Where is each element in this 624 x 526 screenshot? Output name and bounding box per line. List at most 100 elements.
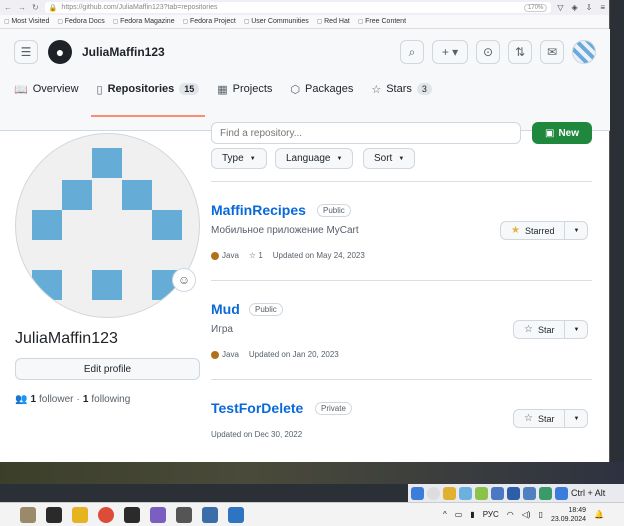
following-count[interactable]: 1 [83, 394, 89, 405]
tab-stars[interactable]: ☆ Stars 3 [371, 75, 432, 103]
tray-app-icon[interactable] [507, 486, 520, 500]
user-avatar[interactable] [572, 40, 596, 64]
clock[interactable]: 18:49 23.09.2024 [551, 506, 586, 524]
search-icon[interactable]: ⌕ [400, 40, 424, 64]
followers-label[interactable]: follower [39, 394, 73, 405]
github-topbar: ☰ ● JuliaMaffin123 ⌕ + ▾ ⊙ ⇅ ✉ [0, 29, 610, 75]
repo-name-link[interactable]: TestForDelete [211, 400, 303, 416]
language-filter-button[interactable]: Language ▼ [275, 148, 354, 169]
folder-icon[interactable] [72, 506, 88, 523]
separator: · [76, 394, 80, 405]
star-toggle[interactable]: ☆ Star [514, 410, 566, 427]
notification-bell-icon[interactable]: 🔔 [594, 510, 604, 519]
bookmark-item[interactable]: Fedora Docs [57, 18, 105, 25]
terminal-icon[interactable] [124, 506, 140, 523]
find-repository-input[interactable] [211, 122, 521, 144]
header-username[interactable]: JuliaMaffin123 [82, 45, 165, 59]
wifi-icon[interactable]: ◠ [507, 510, 514, 519]
taskbar-app-icon[interactable] [150, 506, 166, 523]
volume-icon[interactable]: ◁) [522, 510, 531, 519]
pull-requests-icon[interactable]: ⇅ [508, 40, 532, 64]
tray-app-icon[interactable] [539, 486, 552, 500]
tab-count: 3 [416, 83, 432, 95]
repo-description: Мобильное приложение MyCart [211, 225, 359, 236]
menu-icon[interactable]: ≡ [600, 3, 605, 12]
repo-meta: Java Updated on Jan 20, 2023 [211, 350, 339, 359]
star-icon: ☆ [371, 83, 382, 96]
hotkey-label: Ctrl + Alt [571, 488, 606, 498]
tray-app-icon[interactable] [555, 486, 568, 500]
profile-avatar[interactable] [15, 133, 200, 318]
url-text: https://github.com/JuliaMaffin123?tab=re… [61, 4, 218, 11]
star-toggle[interactable]: ★ Starred [501, 222, 566, 239]
repo-name-link[interactable]: Mud [211, 301, 240, 317]
chrome-icon[interactable] [98, 506, 114, 523]
tab-repositories[interactable]: ▯ Repositories 15 [90, 75, 205, 117]
pocket-icon[interactable]: ▽ [557, 3, 563, 12]
bookmark-item[interactable]: Red Hat [317, 18, 350, 25]
repo-icon: ▣ [544, 127, 555, 139]
type-filter-button[interactable]: Type ▼ [211, 148, 267, 169]
extension-icon[interactable]: ◈ [571, 3, 577, 12]
caret-down-icon[interactable]: ▼ [565, 222, 587, 239]
divider [211, 379, 592, 380]
tray-app-icon[interactable] [427, 486, 440, 500]
forward-icon[interactable]: → [18, 3, 26, 12]
keyboard-icon[interactable]: ▭ [455, 510, 463, 519]
language-color-dot [211, 251, 219, 260]
profile-name: JuliaMaffin123 [15, 330, 118, 347]
tab-label: Projects [232, 83, 273, 95]
bookmark-item[interactable]: Fedora Magazine [113, 18, 174, 25]
bookmark-item[interactable]: Free Content [358, 18, 406, 25]
tray-app-icon[interactable] [411, 486, 424, 500]
input-language[interactable]: РУС [483, 510, 499, 519]
smiley-icon[interactable]: ☺ [172, 268, 196, 292]
followers-count[interactable]: 1 [30, 394, 36, 405]
visibility-badge: Public [317, 204, 351, 217]
tray-app-icon[interactable] [443, 486, 456, 500]
repo-name-link[interactable]: MaffinRecipes [211, 202, 306, 218]
caret-down-icon[interactable]: ▼ [565, 321, 587, 338]
back-icon[interactable]: ← [4, 3, 12, 12]
taskbar-app-icon[interactable] [20, 506, 36, 523]
bookmarks-bar: Most Visited Fedora Docs Fedora Magazine… [0, 15, 609, 29]
new-repo-button[interactable]: ▣ New [532, 122, 592, 144]
tab-packages[interactable]: ⬡ Packages [290, 75, 353, 103]
star-button[interactable]: ☆ Star ▼ [513, 409, 589, 428]
sort-filter-button[interactable]: Sort ▼ [363, 148, 416, 169]
visibility-badge: Public [249, 303, 283, 316]
clock-time: 18:49 [568, 506, 587, 514]
starred-button[interactable]: ★ Starred ▼ [500, 221, 589, 240]
chevron-up-icon[interactable]: ^ [443, 510, 447, 519]
tray-app-icon[interactable] [475, 486, 488, 500]
repo-language: Java [211, 251, 239, 260]
bookmark-item[interactable]: User Communities [244, 18, 309, 25]
zoom-indicator[interactable]: 170% [523, 3, 548, 12]
taskbar-app-icon[interactable] [228, 506, 244, 523]
tray-app-icon[interactable] [523, 486, 536, 500]
tab-overview[interactable]: 📖 Overview [14, 75, 79, 103]
download-icon[interactable]: ⇩ [586, 3, 593, 12]
tab-projects[interactable]: ▦ Projects [217, 75, 272, 103]
bookmark-item[interactable]: Most Visited [4, 18, 49, 25]
inbox-icon[interactable]: ✉ [540, 40, 564, 64]
taskbar-app-icon[interactable] [202, 506, 218, 523]
caret-down-icon[interactable]: ▼ [565, 410, 587, 427]
issues-icon[interactable]: ⊙ [476, 40, 500, 64]
repo-stars[interactable]: ☆ 1 [249, 251, 263, 260]
following-label[interactable]: following [91, 394, 130, 405]
star-toggle[interactable]: ☆ Star [514, 321, 566, 338]
taskbar-app-icon[interactable] [176, 506, 192, 523]
github-logo-icon[interactable]: ● [48, 40, 72, 64]
create-new-icon[interactable]: + ▾ [432, 40, 468, 64]
url-bar[interactable]: 🔒 https://github.com/JuliaMaffin123?tab=… [44, 2, 552, 13]
taskbar-app-icon[interactable] [46, 506, 62, 523]
tray-app-icon[interactable] [491, 486, 504, 500]
hamburger-menu-icon[interactable]: ☰ [14, 40, 38, 64]
edit-profile-button[interactable]: Edit profile [15, 358, 200, 380]
star-button[interactable]: ☆ Star ▼ [513, 320, 589, 339]
reload-icon[interactable]: ↻ [32, 3, 39, 12]
bookmark-item[interactable]: Fedora Project [183, 18, 236, 25]
tray-app-icon[interactable] [459, 486, 472, 500]
repo-meta: Java ☆ 1 Updated on May 24, 2023 [211, 251, 365, 260]
